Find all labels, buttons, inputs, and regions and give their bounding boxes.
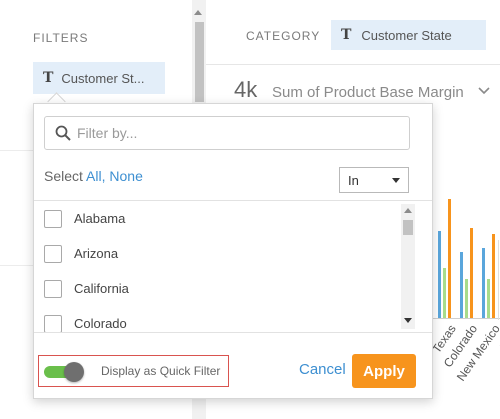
- list-item[interactable]: Alabama: [34, 201, 400, 236]
- chart-bar: [443, 268, 446, 318]
- chart-bar: [438, 231, 441, 318]
- cancel-button[interactable]: Cancel: [299, 361, 346, 378]
- chart-bar: [487, 279, 490, 318]
- option-label: Alabama: [74, 211, 126, 226]
- scroll-down-arrow-icon[interactable]: [404, 318, 412, 323]
- list-divider: [34, 332, 432, 333]
- search-icon: [55, 125, 71, 141]
- quick-filter-label: Display as Quick Filter: [101, 364, 221, 378]
- option-list: Alabama Arizona California Colorado: [34, 201, 400, 332]
- chart-bar: [465, 279, 468, 318]
- apply-button[interactable]: Apply: [352, 354, 416, 388]
- category-label: CATEGORY: [246, 29, 321, 43]
- chart-bar: [470, 228, 473, 318]
- scroll-up-arrow-icon[interactable]: [404, 208, 412, 213]
- category-chip-label: Customer State: [361, 27, 452, 43]
- chevron-down-icon[interactable]: [478, 83, 490, 98]
- chart-gridline: [498, 240, 499, 320]
- list-item[interactable]: Colorado: [34, 306, 400, 332]
- chart-x-axis: [433, 318, 500, 319]
- scroll-up-arrow-icon[interactable]: [194, 10, 202, 15]
- text-type-icon: T: [43, 70, 54, 86]
- filters-heading: FILTERS: [33, 31, 89, 45]
- filter-chip-label: Customer St...: [61, 70, 145, 86]
- scale-label: 4k: [234, 77, 258, 102]
- toggle-knob[interactable]: [64, 362, 84, 382]
- chart-bar: [460, 252, 463, 318]
- option-label: California: [74, 281, 129, 296]
- caret-down-icon: [392, 177, 400, 183]
- filter-chip-customer-state[interactable]: T Customer St...: [33, 62, 165, 94]
- select-none-link[interactable]: None: [109, 168, 142, 184]
- list-item[interactable]: California: [34, 271, 400, 306]
- select-shortcuts: Select All, None: [44, 168, 143, 184]
- filters-scrollbar-thumb[interactable]: [195, 22, 204, 102]
- chart-bar: [448, 199, 451, 318]
- list-item[interactable]: Arizona: [34, 236, 400, 271]
- checkbox[interactable]: [44, 244, 62, 263]
- filter-search-box[interactable]: [44, 116, 410, 150]
- checkbox[interactable]: [44, 279, 62, 298]
- select-prefix: Select: [44, 168, 83, 184]
- option-list-scrollbar-thumb[interactable]: [403, 220, 413, 235]
- header-divider: [206, 64, 500, 65]
- category-chip[interactable]: T Customer State: [331, 20, 486, 50]
- checkbox[interactable]: [44, 209, 62, 228]
- text-type-icon: T: [341, 27, 352, 43]
- measure-dropdown[interactable]: Sum of Product Base Margin: [272, 84, 464, 101]
- operator-value: In: [348, 172, 359, 188]
- chart-bar: [492, 234, 495, 318]
- chart-bar: [482, 248, 485, 318]
- operator-select[interactable]: In: [339, 167, 409, 193]
- option-label: Colorado: [74, 316, 127, 331]
- filter-search-input[interactable]: [77, 125, 377, 141]
- checkbox[interactable]: [44, 314, 62, 332]
- option-label: Arizona: [74, 246, 119, 261]
- filter-popup: Select All, None In Alabama Arizona Cali…: [33, 103, 433, 399]
- select-all-link[interactable]: All,: [86, 168, 105, 184]
